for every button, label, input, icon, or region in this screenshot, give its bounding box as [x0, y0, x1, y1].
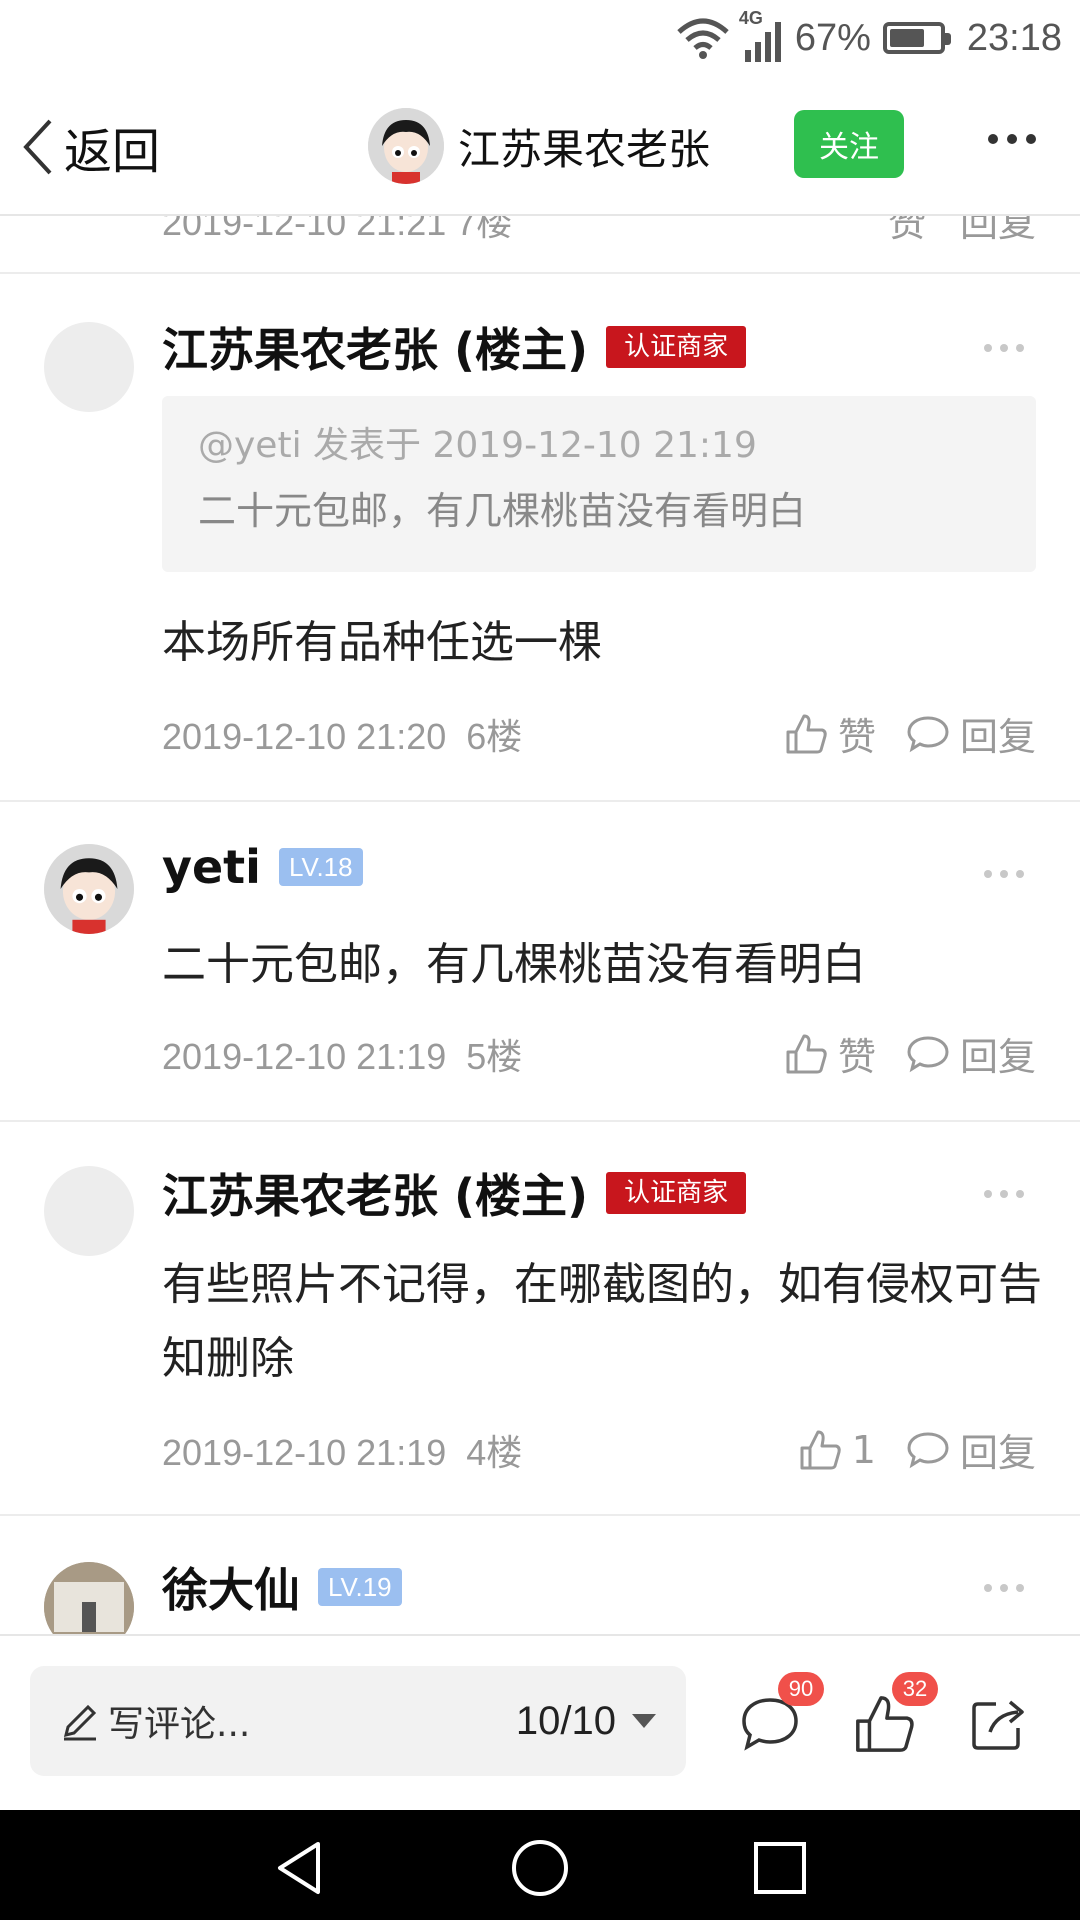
nav-back-icon[interactable]	[270, 1838, 330, 1898]
like-count: 1	[851, 1427, 876, 1472]
more-icon[interactable]	[984, 1584, 1024, 1592]
back-label: 返回	[64, 124, 161, 180]
author-name: 江苏果农老张	[458, 124, 711, 174]
commenter-name[interactable]: 江苏果农老张 (楼主)	[162, 314, 588, 380]
thumbs-up-icon	[800, 1430, 841, 1469]
comment-placeholder: 写评论...	[108, 1704, 251, 1745]
comment-meta: 2019-12-10 21:21 7楼	[162, 216, 513, 243]
reply-label: 回复	[959, 1431, 1036, 1475]
like-label: 赞	[837, 1035, 876, 1079]
reply-button[interactable]: 回复	[906, 706, 1036, 761]
quote-text: 二十元包邮，有几棵桃苗没有看明白	[198, 489, 807, 533]
more-icon[interactable]	[984, 1190, 1024, 1198]
avatar[interactable]	[44, 1166, 134, 1256]
quote-meta: @yeti 发表于 2019-12-10 21:19	[198, 425, 757, 466]
like-button[interactable]: 赞	[784, 706, 876, 761]
like-button[interactable]: 赞	[784, 1026, 876, 1081]
back-button[interactable]: 返回	[18, 112, 160, 182]
share-button[interactable]	[966, 1692, 1030, 1756]
comment-meta: 2019-12-10 21:19 4楼	[162, 1424, 522, 1476]
author-profile[interactable]: 江苏果农老张	[368, 106, 710, 186]
more-icon[interactable]	[984, 344, 1024, 352]
write-comment-input[interactable]: 写评论... 10/10	[30, 1666, 686, 1776]
nav-recent-icon[interactable]	[750, 1838, 810, 1898]
like-post-button[interactable]: 32	[852, 1672, 938, 1756]
comments-button[interactable]: 90	[738, 1672, 824, 1756]
thumbs-up-icon	[786, 714, 827, 753]
pencil-icon	[63, 1704, 97, 1741]
speech-bubble-icon	[907, 1431, 949, 1468]
avatar[interactable]	[44, 1562, 134, 1634]
reply-button[interactable]: 回复	[906, 1026, 1036, 1081]
follow-button[interactable]: 关注	[794, 110, 904, 178]
comment-meta: 2019-12-10 21:20 6楼	[162, 708, 522, 760]
wifi-icon	[677, 18, 729, 59]
reply-label: 回复	[959, 1035, 1036, 1079]
speech-bubble-icon	[907, 1035, 949, 1072]
commenter-name[interactable]: 徐大仙	[162, 1554, 300, 1620]
like-label: 赞	[837, 715, 876, 759]
top-nav-bar: 返回 江苏果农老张 关注	[0, 76, 1080, 216]
verified-merchant-badge: 认证商家	[606, 326, 747, 368]
comment-time: 2019-12-10 21:20	[162, 716, 447, 757]
comment-item: 江苏果农老张 (楼主) 认证商家 @yeti 发表于 2019-12-10 21…	[0, 276, 1080, 802]
more-icon[interactable]	[984, 870, 1024, 878]
comment-text: 二十元包邮，有几棵桃苗没有看明白	[162, 939, 866, 990]
commenter-name[interactable]: yeti	[162, 840, 261, 894]
dropdown-caret-icon[interactable]	[632, 1714, 656, 1728]
comment-item: yeti LV.18 二十元包邮，有几棵桃苗没有看明白 2019-12-10 2…	[0, 802, 1080, 1122]
comment-item: 江苏果农老张 (楼主) 认证商家 有些照片不记得，在哪截图的，如有侵权可告知删除…	[0, 1122, 1080, 1516]
comment-text: 有些照片不记得，在哪截图的，如有侵权可告知删除	[162, 1259, 1042, 1384]
clock: 23:18	[966, 16, 1062, 59]
bottom-action-bar: 写评论... 10/10 90 32	[0, 1634, 1080, 1810]
like-button[interactable]: 1	[798, 1428, 876, 1472]
floor-number: 6楼	[466, 716, 523, 757]
comment-time: 2019-12-10 21:19	[162, 1036, 447, 1077]
comment-item: 徐大仙 LV.19	[0, 1516, 1080, 1634]
reply-button[interactable]: 回复	[906, 1422, 1036, 1477]
level-badge: LV.18	[278, 848, 363, 886]
battery-icon	[882, 22, 951, 54]
share-icon	[972, 1700, 1024, 1750]
status-bar: 4G 67% 23:18	[0, 0, 1080, 76]
level-badge: LV.19	[318, 1568, 402, 1606]
system-nav-bar	[0, 1810, 1080, 1920]
avatar[interactable]	[44, 322, 134, 412]
back-chevron-icon	[23, 119, 52, 175]
comment-text: 本场所有品种任选一棵	[162, 617, 602, 668]
avatar	[368, 108, 444, 184]
like-button[interactable]: 赞	[888, 216, 926, 247]
reply-button[interactable]: 回复	[960, 216, 1036, 247]
floor-number: 5楼	[466, 1036, 523, 1077]
battery-percent: 67%	[794, 16, 871, 59]
nav-home-icon[interactable]	[510, 1838, 570, 1898]
like-count-badge: 32	[892, 1672, 938, 1706]
comment-time: 2019-12-10 21:19	[162, 1432, 447, 1473]
quoted-comment: @yeti 发表于 2019-12-10 21:19 二十元包邮，有几棵桃苗没有…	[162, 396, 1036, 572]
thumbs-up-icon	[786, 1034, 827, 1073]
signal-icon: 4G	[739, 8, 783, 64]
comment-meta: 2019-12-10 21:19 5楼	[162, 1028, 522, 1080]
page-indicator[interactable]: 10/10	[516, 1699, 616, 1744]
reply-label: 回复	[959, 715, 1036, 759]
more-icon[interactable]	[988, 134, 1036, 144]
comment-count-badge: 90	[778, 1672, 824, 1706]
speech-bubble-icon	[907, 715, 949, 752]
partial-comment-row: 2019-12-10 21:21 7楼 赞 回复	[0, 216, 1080, 274]
verified-merchant-badge: 认证商家	[606, 1172, 747, 1214]
commenter-name[interactable]: 江苏果农老张 (楼主)	[162, 1160, 588, 1226]
floor-number: 4楼	[466, 1432, 523, 1473]
avatar[interactable]	[44, 844, 134, 934]
